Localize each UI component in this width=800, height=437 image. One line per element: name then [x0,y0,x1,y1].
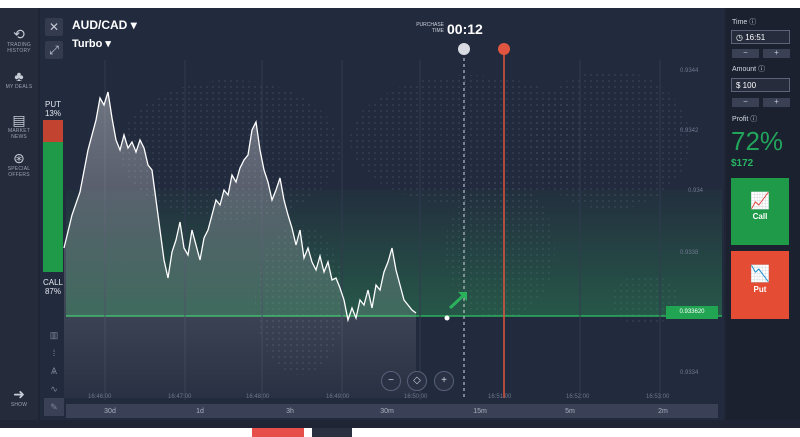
profit-amount: $172 [731,158,754,169]
plus-icon: + [441,375,447,386]
put-sentiment: PUT 13% [42,100,64,118]
expiry-time-field[interactable]: ◷ 16:51 [731,30,790,44]
pen-icon: ✎ [50,402,58,412]
expiration-marker[interactable] [498,43,510,55]
sentiment-bar [43,120,63,272]
put-sentiment-pct: 13% [44,109,61,118]
close-asset-button[interactable]: ✕ [45,18,63,36]
wave-icon: ∿ [50,384,58,394]
clock-icon: ◷ [736,33,743,42]
time-label: Time ⓘ [732,19,757,26]
chart-up-icon: 📈 [750,193,770,210]
amount-input[interactable]: $ 100 [731,78,790,92]
time-decrease-button[interactable]: − [732,49,759,58]
put-sentiment-label: PUT [45,100,61,109]
asset-settings-button[interactable]: ⤢ [45,41,63,59]
indicator-icon: ⁞ [52,348,56,358]
timeframe-2m[interactable]: 2m [648,406,678,418]
mode-selector[interactable]: Turbo ▾ [72,37,111,50]
mode-name: Turbo [72,38,103,50]
time-increase-button[interactable]: + [763,49,790,58]
time-label: 16:48:00 [246,394,270,400]
time-label: 16:50:00 [404,394,428,400]
timeframe-15m[interactable]: 15m [465,406,495,418]
chart-type-button[interactable]: ▥ [44,326,64,344]
call-button[interactable]: 📈 Call [731,178,789,245]
info-icon: ⓘ [758,66,766,73]
crosshair-icon: ◇ [413,375,421,386]
zoom-in-button[interactable]: + [434,371,454,391]
purchase-time-value: 00:12 [447,21,483,37]
time-label: 16:49:00 [326,394,350,400]
put-button-label: Put [753,285,767,294]
minus-icon: − [388,375,394,386]
time-label: 16:53:00 [646,394,670,400]
timeframe-5m[interactable]: 5m [555,406,585,418]
asset-name: AUD/CAD [72,18,128,32]
asset-selector[interactable]: AUD/CAD ▾ [72,18,137,32]
pen-tool-button[interactable]: ✎ [44,398,64,416]
amount-decrease-button[interactable]: − [732,98,759,107]
expiry-time-value: 16:51 [745,33,766,42]
chevron-down-icon: ▾ [130,18,137,32]
profit-percentage: 72% [731,126,784,156]
call-sentiment-pct: 87% [44,287,61,296]
call-button-label: Call [752,212,768,221]
time-label: 16:51:00 [488,394,512,400]
bottom-tab[interactable] [252,428,304,437]
timeframe-30d[interactable]: 30d [95,406,125,418]
info-icon: ⓘ [749,19,757,26]
amount-increase-button[interactable]: + [763,98,790,107]
call-sentiment-label: CALL [42,278,63,287]
info-icon: ⓘ [750,116,758,123]
chart-down-icon: 📉 [750,266,770,283]
chevron-down-icon: ▾ [105,38,111,50]
current-price-tag: 0.933620 [666,306,718,319]
price-label: 0.9334 [680,370,699,376]
indicator-button[interactable]: ⁞ [44,344,64,362]
draw-tool-button[interactable]: Ѧ [44,362,64,380]
zoom-reset-button[interactable]: ◇ [407,371,427,391]
purchase-marker[interactable] [458,43,470,55]
call-sentiment: CALL 87% [42,278,64,296]
bar-chart-icon: ▥ [49,330,59,340]
time-label: 16:52:00 [566,394,590,400]
timeframe-3h[interactable]: 3h [275,406,305,418]
price-label: 0.9338 [680,250,699,256]
timeframe-1d[interactable]: 1d [185,406,215,418]
price-label: 0.934 [688,188,704,194]
purchase-time-label: PURCHASE TIME [416,22,444,34]
time-label: 16:46:00 [88,394,112,400]
drawing-tools: ▥ ⁞ Ѧ ∿ ✎ [44,326,64,416]
amount-label: Amount ⓘ [732,66,766,73]
expand-icon: ⤢ [49,43,59,57]
profit-label: Profit ⓘ [732,116,758,123]
current-price-dot [444,315,450,321]
zoom-out-button[interactable]: − [381,371,401,391]
put-button[interactable]: 📉 Put [731,251,789,319]
wave-tool-button[interactable]: ∿ [44,380,64,398]
price-label: 0.9344 [680,68,699,74]
price-label: 0.9342 [680,128,699,134]
time-label: 16:47:00 [168,394,192,400]
close-icon: ✕ [48,20,60,34]
draw-icon: Ѧ [50,366,57,376]
bottom-tab[interactable] [312,428,352,437]
timeframe-30m[interactable]: 30m [372,406,402,418]
